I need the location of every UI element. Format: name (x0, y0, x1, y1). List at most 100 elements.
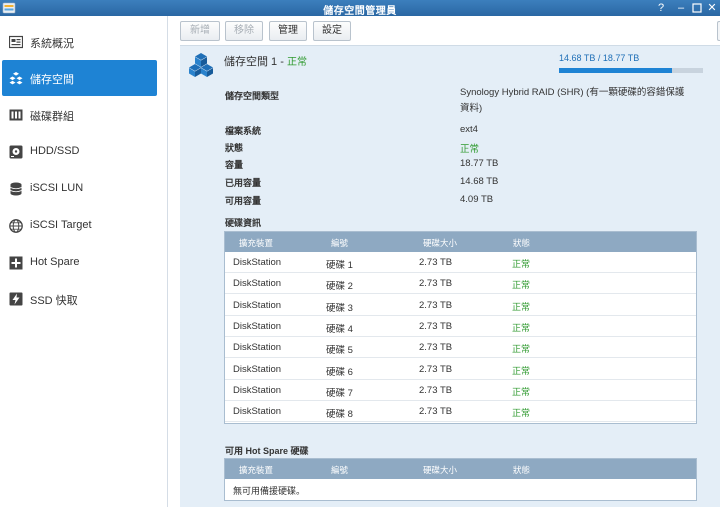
prop-label-status: 狀態 (225, 143, 244, 153)
iscsi-target-icon (9, 219, 23, 233)
table-cell: 硬碟 6 (326, 366, 353, 378)
column-header[interactable]: 硬碟大小 (423, 237, 457, 249)
sidebar-item-hdd-ssd[interactable]: HDD/SSD (0, 134, 168, 170)
table-cell: 正常 (512, 386, 531, 397)
table-cell: 正常 (512, 344, 531, 355)
volume-title-separator: - (277, 56, 287, 68)
column-header[interactable]: 擴充裝置 (239, 237, 273, 249)
volume-icon (9, 72, 23, 85)
table-cell: 正常 (512, 408, 531, 419)
sidebar-item-volume[interactable]: 儲存空間 (2, 60, 157, 96)
table-cell: 正常 (512, 301, 531, 312)
sidebar-item-diskgroup[interactable]: 磁碟群組 (0, 97, 168, 133)
new-button[interactable]: 新增 (180, 21, 220, 41)
disk-info-table: 擴充裝置 編號 硬碟大小 狀態 DiskStation 硬碟 1 2.73 TB 正常… (224, 231, 697, 424)
capacity-bar-fill (559, 68, 672, 73)
table-cell: 正常 (512, 259, 531, 269)
volume-title: 儲存空間 1 - 正常 (224, 53, 307, 69)
window-title: 儲存空間管理員 (323, 6, 397, 17)
table-cell: 硬碟 1 (326, 260, 353, 271)
table-row[interactable]: DiskStation 硬碟 5 2.73 TB 正常 (225, 337, 696, 359)
empty-message: 無可用備援硬碟。 (233, 486, 306, 496)
sidebar-item-label: SSD 快取 (30, 295, 78, 307)
hot-spare-icon (9, 256, 23, 270)
table-cell: 2.73 TB (419, 299, 453, 311)
prop-label-volume-type: 儲存空間類型 (225, 91, 280, 101)
table-cell: 硬碟 4 (326, 323, 353, 335)
table-cell: DiskStation (233, 320, 282, 332)
column-header[interactable]: 硬碟大小 (423, 464, 457, 476)
iscsi-lun-icon (10, 182, 22, 196)
table-row[interactable]: DiskStation 硬碟 3 2.73 TB 正常 (225, 295, 696, 316)
sidebar-item-iscsi-target[interactable]: iSCSI Target (0, 208, 168, 244)
prop-value-status: 正常 (460, 144, 480, 155)
ssd-cache-icon (9, 292, 23, 306)
table-cell: 2.73 TB (419, 342, 453, 354)
table-row[interactable]: DiskStation 硬碟 1 2.73 TB 正常 (225, 252, 696, 273)
table-cell: 2.73 TB (419, 406, 453, 418)
sidebar-item-iscsi-lun[interactable]: iSCSI LUN (0, 171, 168, 207)
table-cell: 硬碟 2 (326, 281, 353, 293)
table-cell: 2.73 TB (419, 257, 453, 268)
table-cell: 正常 (512, 322, 531, 333)
remove-button[interactable]: 移除 (225, 21, 263, 41)
prop-value-available: 4.09 TB (460, 194, 494, 205)
column-header[interactable]: 狀態 (513, 237, 530, 249)
prop-value-used: 14.68 TB (460, 176, 499, 187)
table-row[interactable]: DiskStation 硬碟 8 2.73 TB 正常 (225, 401, 696, 423)
sidebar-item-label: 系統概況 (30, 38, 74, 50)
capacity-bar (559, 68, 703, 73)
table-cell: 正常 (512, 365, 531, 376)
table-cell: 硬碟 7 (326, 387, 353, 399)
prop-value-filesystem: ext4 (460, 124, 478, 135)
column-header[interactable]: 編號 (331, 464, 348, 476)
sidebar-item-label: 磁碟群組 (30, 111, 74, 123)
sidebar-item-label: Hot Spare (30, 256, 80, 268)
sidebar-item-hot-spare[interactable]: Hot Spare (0, 245, 168, 281)
table-cell: DiskStation (233, 406, 282, 418)
sidebar-item-label: iSCSI LUN (30, 182, 84, 194)
volume-status: 正常 (286, 57, 307, 68)
help-icon[interactable]: ? (654, 1, 668, 15)
settings-button[interactable]: 設定 (313, 21, 351, 41)
table-cell: 2.73 TB (419, 278, 453, 290)
close-icon[interactable]: ✕ (705, 1, 719, 15)
hdd-icon (9, 145, 23, 159)
hot-spare-table: 擴充裝置 編號 硬碟大小 狀態 無可用備援硬碟。 (224, 458, 697, 501)
minimize-icon[interactable]: – (674, 1, 688, 15)
table-cell: 2.73 TB (419, 320, 453, 332)
sidebar-item-label: 儲存空間 (30, 74, 74, 86)
table-row[interactable]: DiskStation 硬碟 2 2.73 TB 正常 (225, 273, 696, 295)
table-cell: 硬碟 8 (326, 409, 353, 421)
table-cell: DiskStation (233, 257, 282, 268)
table-cell: 硬碟 5 (326, 345, 353, 357)
table-cell: 硬碟 3 (326, 302, 353, 314)
table-header: 擴充裝置 編號 硬碟大小 狀態 (225, 232, 696, 252)
diskgroup-icon (9, 109, 23, 121)
column-header[interactable]: 編號 (331, 237, 348, 249)
table-row[interactable]: DiskStation 硬碟 6 2.73 TB 正常 (225, 359, 696, 380)
maximize-icon[interactable] (690, 1, 704, 15)
table-header: 擴充裝置 編號 硬碟大小 狀態 (225, 459, 696, 479)
table-row[interactable]: DiskStation 硬碟 4 2.73 TB 正常 (225, 316, 696, 337)
manage-button[interactable]: 管理 (269, 21, 307, 41)
toolbar: 新增 移除 管理 設定 (169, 16, 720, 45)
volume-name: 儲存空間 1 (224, 56, 278, 68)
table-cell: DiskStation (233, 299, 282, 311)
table-cell: 正常 (512, 280, 531, 291)
prop-label-available: 可用容量 (225, 196, 262, 206)
sidebar: 系統概況 儲存空間 磁碟群組 HDD/SSD iSCSI LUN iSCSI T… (0, 16, 168, 507)
capacity-text: 14.68 TB / 18.77 TB (559, 53, 640, 63)
column-header[interactable]: 擴充裝置 (239, 464, 273, 476)
hot-spare-title: 可用 Hot Spare 硬碟 (225, 446, 309, 456)
title-bar: 儲存空間管理員 ? – ✕ (0, 0, 720, 17)
table-cell: DiskStation (233, 384, 282, 396)
table-cell: DiskStation (233, 278, 282, 290)
column-header[interactable]: 狀態 (513, 464, 530, 476)
table-cell: DiskStation (233, 342, 282, 354)
prop-label-used: 已用容量 (225, 178, 262, 188)
table-cell: 2.73 TB (419, 363, 453, 375)
table-row[interactable]: DiskStation 硬碟 7 2.73 TB 正常 (225, 380, 696, 401)
sidebar-item-overview[interactable]: 系統概況 (0, 24, 168, 60)
sidebar-item-ssd-cache[interactable]: SSD 快取 (0, 281, 168, 317)
